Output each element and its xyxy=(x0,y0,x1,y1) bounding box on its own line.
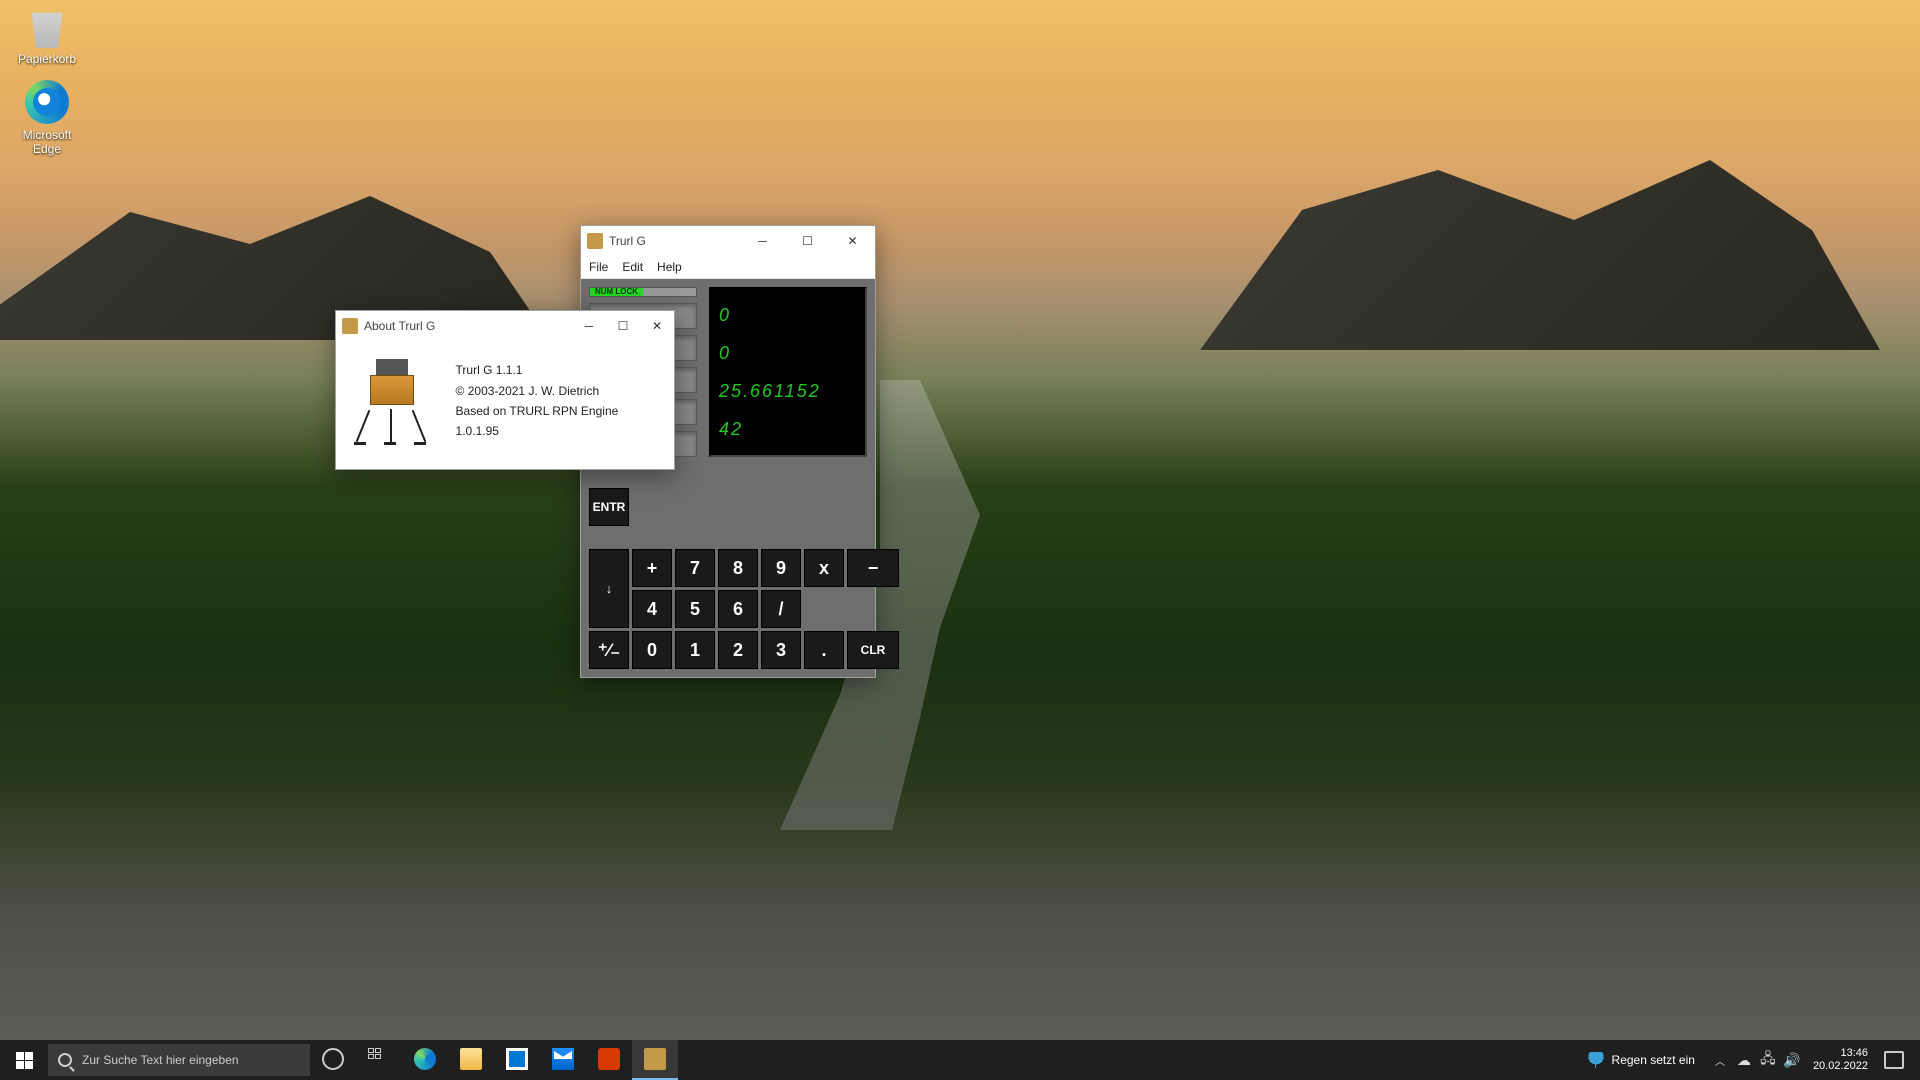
key-divide[interactable]: / xyxy=(761,590,801,628)
about-engine: Based on TRURL RPN Engine 1.0.1.95 xyxy=(456,401,664,442)
numlock-indicator[interactable]: NUM LOCK xyxy=(589,287,697,297)
menubar: File Edit Help xyxy=(581,256,875,279)
key-4[interactable]: 4 xyxy=(632,590,672,628)
window-about-trurl-g: About Trurl G ─ ☐ ✕ Trurl G 1.1.1 © 2003… xyxy=(335,310,675,470)
key-9[interactable]: 9 xyxy=(761,549,801,587)
key-multiply[interactable]: x xyxy=(804,549,844,587)
close-button[interactable]: ✕ xyxy=(830,226,875,256)
window-title: About Trurl G xyxy=(364,319,572,333)
window-title: Trurl G xyxy=(609,234,740,248)
key-minus[interactable]: − xyxy=(847,549,899,587)
onedrive-icon[interactable]: ☁ xyxy=(1735,1051,1753,1069)
keypad: ↓ + 7 8 9 x ENTR − 4 5 6 / ⁺∕₋ 0 1 2 3 .… xyxy=(589,467,867,669)
weather-text: Regen setzt ein xyxy=(1612,1053,1695,1067)
menu-file[interactable]: File xyxy=(589,260,608,274)
display-line-3: 42 xyxy=(719,419,857,440)
app-icon xyxy=(342,318,358,334)
clock-time: 13:46 xyxy=(1813,1047,1868,1060)
recycle-bin-icon xyxy=(25,4,69,48)
taskbar-search[interactable]: Zur Suche Text hier eingeben xyxy=(48,1044,310,1076)
titlebar[interactable]: About Trurl G ─ ☐ ✕ xyxy=(336,311,674,341)
search-placeholder: Zur Suche Text hier eingeben xyxy=(82,1053,239,1067)
key-enter[interactable]: ENTR xyxy=(589,488,629,526)
key-2[interactable]: 2 xyxy=(718,631,758,669)
store-icon xyxy=(506,1048,528,1070)
desktop-icon-recycle-bin[interactable]: Papierkorb xyxy=(8,4,86,66)
tray-overflow-chevron-icon[interactable]: ︿ xyxy=(1711,1051,1729,1069)
key-3[interactable]: 3 xyxy=(761,631,801,669)
taskbar-app-trurl-g[interactable] xyxy=(632,1040,678,1080)
key-1[interactable]: 1 xyxy=(675,631,715,669)
desktop-icon-edge[interactable]: Microsoft Edge xyxy=(8,80,86,156)
menu-edit[interactable]: Edit xyxy=(622,260,643,274)
taskbar-app-edge[interactable] xyxy=(402,1040,448,1080)
close-button[interactable]: ✕ xyxy=(640,311,674,341)
display-line-2: 25.661152 xyxy=(719,381,857,402)
system-tray: Regen setzt ein ︿ ☁ 🖧 🔊 13:46 20.02.2022 xyxy=(1578,1047,1920,1073)
key-0[interactable]: 0 xyxy=(632,631,672,669)
minimize-button[interactable]: ─ xyxy=(572,311,606,341)
clock-date: 20.02.2022 xyxy=(1813,1060,1868,1073)
about-body: Trurl G 1.1.1 © 2003-2021 J. W. Dietrich… xyxy=(336,341,674,461)
volume-icon[interactable]: 🔊 xyxy=(1783,1051,1801,1069)
action-center-icon[interactable] xyxy=(1884,1051,1904,1069)
wallpaper-mountains xyxy=(0,180,1920,360)
key-down[interactable]: ↓ xyxy=(589,549,629,628)
about-version: Trurl G 1.1.1 xyxy=(456,360,664,380)
taskview-icon xyxy=(368,1048,390,1070)
taskbar-app-explorer[interactable] xyxy=(448,1040,494,1080)
titlebar[interactable]: Trurl G ─ ☐ ✕ xyxy=(581,226,875,256)
key-7[interactable]: 7 xyxy=(675,549,715,587)
maximize-button[interactable]: ☐ xyxy=(785,226,830,256)
about-copyright: © 2003-2021 J. W. Dietrich xyxy=(456,381,664,401)
numlock-on-label: NUM LOCK xyxy=(590,288,643,296)
key-plusminus[interactable]: ⁺∕₋ xyxy=(589,631,629,669)
folder-icon xyxy=(460,1048,482,1070)
lunar-lander-icon xyxy=(346,355,438,447)
weather-widget[interactable]: Regen setzt ein xyxy=(1578,1052,1705,1068)
key-dot[interactable]: . xyxy=(804,631,844,669)
key-5[interactable]: 5 xyxy=(675,590,715,628)
desktop-icon-label: Papierkorb xyxy=(8,52,86,66)
cortana-button[interactable] xyxy=(310,1040,356,1080)
cortana-icon xyxy=(322,1048,344,1070)
windows-logo-icon xyxy=(16,1052,33,1069)
network-icon[interactable]: 🖧 xyxy=(1759,1051,1777,1069)
desktop-icon-label: Microsoft Edge xyxy=(8,128,86,156)
umbrella-icon xyxy=(1588,1052,1604,1068)
maximize-button[interactable]: ☐ xyxy=(606,311,640,341)
taskbar: Zur Suche Text hier eingeben Regen setzt… xyxy=(0,1040,1920,1080)
app-icon xyxy=(587,233,603,249)
key-8[interactable]: 8 xyxy=(718,549,758,587)
display-line-1: 0 xyxy=(719,343,857,364)
edge-icon xyxy=(414,1048,436,1070)
taskbar-app-store[interactable] xyxy=(494,1040,540,1080)
taskbar-app-office[interactable] xyxy=(586,1040,632,1080)
taskbar-app-mail[interactable] xyxy=(540,1040,586,1080)
edge-icon xyxy=(25,80,69,124)
office-icon xyxy=(598,1048,620,1070)
numlock-off xyxy=(643,288,696,296)
calculator-display: 0 0 25.661152 42 xyxy=(709,287,867,457)
taskbar-clock[interactable]: 13:46 20.02.2022 xyxy=(1807,1047,1874,1073)
minimize-button[interactable]: ─ xyxy=(740,226,785,256)
mail-icon xyxy=(552,1048,574,1070)
display-line-0: 0 xyxy=(719,305,857,326)
key-6[interactable]: 6 xyxy=(718,590,758,628)
menu-help[interactable]: Help xyxy=(657,260,682,274)
start-button[interactable] xyxy=(0,1040,48,1080)
taskview-button[interactable] xyxy=(356,1040,402,1080)
key-plus[interactable]: + xyxy=(632,549,672,587)
key-clear[interactable]: CLR xyxy=(847,631,899,669)
search-icon xyxy=(58,1053,72,1067)
app-icon xyxy=(644,1048,666,1070)
